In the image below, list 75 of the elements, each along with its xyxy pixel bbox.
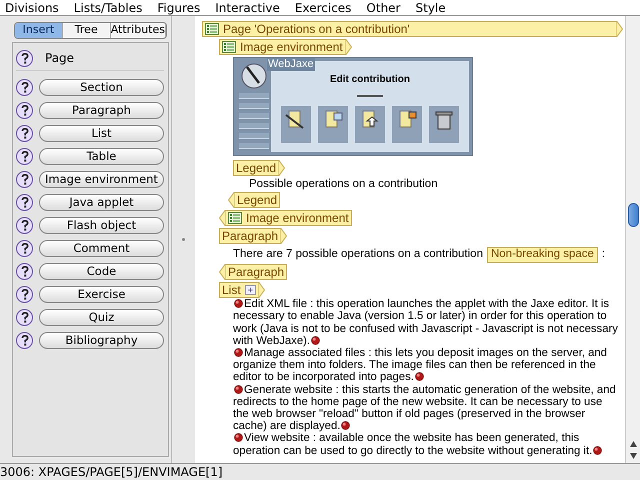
help-icon[interactable]: [16, 102, 33, 119]
insert-button[interactable]: Section: [39, 79, 164, 96]
paragraph-text: There are 7 possible operations on a contribution: [233, 247, 483, 262]
insert-button[interactable]: Flash object: [39, 217, 164, 234]
tag-arrow-right-icon: [278, 160, 286, 176]
bullet-icon: [593, 446, 602, 455]
tag-arrow-right-icon: [280, 228, 288, 244]
insert-button[interactable]: Java applet: [39, 194, 164, 211]
tag-arrow-right-icon: [258, 282, 265, 298]
menu-item[interactable]: Exercices: [294, 0, 352, 16]
bullet-icon: [341, 421, 350, 430]
menu-item[interactable]: Interactive: [215, 0, 280, 16]
status-text: 3006: XPAGES/PAGE[5]/ENVIMAGE[1]: [0, 464, 223, 480]
scroll-up-icon[interactable]: [628, 440, 638, 448]
bullet-icon: [234, 348, 243, 358]
tag-arrow-right-icon: [616, 21, 623, 37]
insert-button[interactable]: List: [39, 125, 164, 142]
help-icon[interactable]: [16, 50, 33, 66]
help-icon[interactable]: [16, 286, 33, 303]
menu-item[interactable]: Divisions: [5, 0, 59, 16]
insert-button[interactable]: Table: [39, 148, 164, 165]
tab[interactable]: Attributes: [110, 23, 166, 38]
insert-button[interactable]: Comment: [39, 240, 164, 257]
list-icon: [228, 212, 242, 224]
add-item-button[interactable]: +: [244, 285, 256, 296]
help-icon[interactable]: [16, 217, 33, 234]
list-icon: [222, 41, 236, 53]
paragraph-text: :: [602, 247, 606, 262]
insert-button[interactable]: Code: [39, 263, 164, 280]
scroll-down-icon[interactable]: [628, 452, 638, 460]
bullet-icon: [414, 372, 424, 382]
logo-icon: [241, 63, 267, 89]
tag-arrow-left-icon: [228, 192, 235, 208]
list-item: View website : available once the website has been generated, this operation can be used to go directly to the website without generating it.: [233, 432, 621, 457]
help-icon[interactable]: [16, 148, 33, 165]
bullet-icon: [234, 299, 243, 308]
scroll-thumb[interactable]: [628, 203, 638, 227]
menu-item[interactable]: Style: [416, 0, 446, 16]
insert-button[interactable]: Bibliography: [39, 332, 164, 349]
help-icon[interactable]: [16, 171, 33, 188]
bullet-icon: [311, 336, 320, 345]
trash-icon: [433, 109, 455, 131]
scrollbar[interactable]: [625, 16, 640, 463]
bullet-icon: [234, 384, 243, 394]
bullet-icon: [234, 433, 243, 442]
element-name: Page: [45, 50, 74, 67]
inline-tag[interactable]: Non-breaking space: [486, 246, 598, 263]
splitter-grip-icon[interactable]: [182, 238, 185, 241]
list-item: Generate website : this starts the automatic generation of the website, and redirects to the home page of the new website. It can be necessary to use the web browser "reload" button if old pages (preserved in the browser cache) are displayed.: [233, 384, 617, 432]
help-icon[interactable]: [16, 125, 33, 142]
insert-button[interactable]: Paragraph: [39, 102, 164, 119]
insert-button[interactable]: Quiz: [39, 309, 164, 326]
tag-arrow-left-icon: [219, 264, 226, 280]
insert-button[interactable]: Image environment: [39, 171, 164, 188]
screenshot-title: Edit contribution: [330, 73, 410, 87]
brand-name: WebJaxe: [267, 58, 315, 71]
help-icon[interactable]: [16, 309, 33, 326]
help-icon[interactable]: [16, 332, 33, 349]
tag-arrow-left-icon: [219, 210, 226, 226]
menu-item[interactable]: Figures: [157, 0, 200, 16]
help-icon[interactable]: [16, 79, 33, 96]
help-icon[interactable]: [16, 263, 33, 280]
tab[interactable]: Insert: [15, 23, 63, 38]
list-icon: [205, 23, 219, 35]
list-item: Edit XML file : this operation launches the applet with the Jaxe editor. It is necessary to enable Java (version 1.5 or later) in order for this operation to work (Java is not to be confused with Javascript - Javascript is not necessary with WebJaxe).: [233, 298, 619, 348]
help-icon[interactable]: [16, 240, 33, 257]
insert-button[interactable]: Exercise: [39, 286, 164, 303]
menu-item[interactable]: Other: [366, 0, 400, 16]
tab[interactable]: Tree: [62, 23, 111, 38]
subtitle-line: [357, 95, 383, 97]
list-item: Manage associated files : this lets you deposit images on the server, and organize them into folders. The image files can then be referenced in the editor to be incorporated into pages.: [233, 347, 608, 384]
tag-arrow-right-icon: [344, 39, 352, 55]
legend-text: Possible operations on a contribution: [248, 177, 439, 191]
help-icon[interactable]: [16, 194, 33, 211]
menu-item[interactable]: Lists/Tables: [74, 0, 142, 16]
